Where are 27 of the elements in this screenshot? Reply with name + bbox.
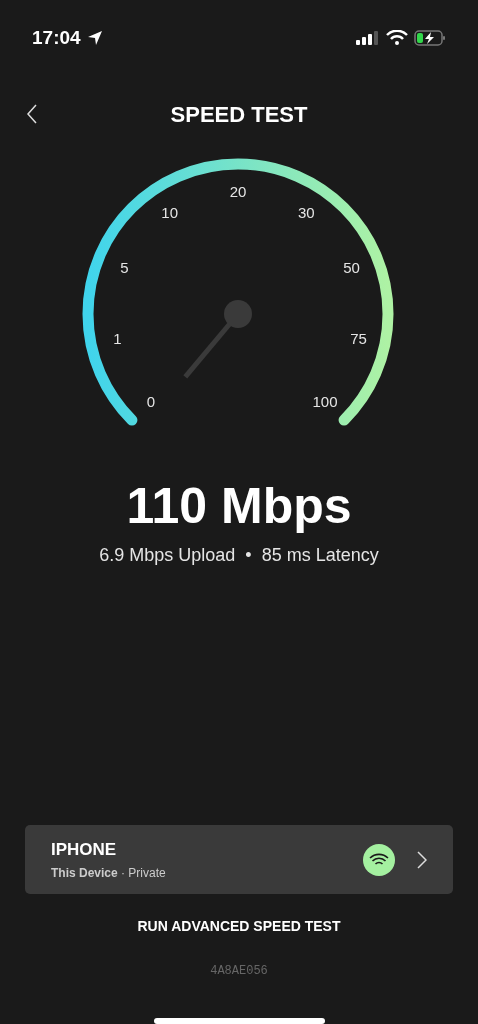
upload-speed: 6.9 Mbps Upload [99,544,236,567]
gauge-tick-label: 30 [298,203,315,221]
device-code: 4A8AE056 [210,963,268,980]
signal-icon [356,31,380,45]
wifi-icon [363,843,395,876]
device-subtitle: This Device · Private [51,865,167,883]
latency: 85 ms Latency [261,544,379,567]
gauge-tick-label: 100 [312,392,338,410]
chevron-right-icon [417,850,427,869]
advanced-test-button[interactable]: RUN ADVANCED SPEED TEST [137,916,341,937]
gauge-tick-label: 50 [343,258,360,276]
gauge-tick-label: 10 [161,203,178,221]
gauge-tick-label: 5 [120,258,129,276]
separator-dot: • [245,544,252,567]
gauge-tick-label: 0 [146,392,156,410]
gauge-tick-label: 75 [350,330,367,347]
status-time: 17:04 [32,25,81,50]
device-name: IPHONE [51,838,118,861]
download-speed: 110 Mbps [126,477,352,536]
gauge-tick-label: 20 [229,183,247,200]
screen-title: SPEED TEST [170,100,308,129]
gauge-tick-label: 1 [113,330,122,347]
back-icon[interactable] [26,104,38,124]
location-arrow-icon [86,30,103,46]
battery-charging-icon [414,30,446,46]
device-card[interactable]: IPHONE This Device · Private [25,825,453,894]
wifi-icon [386,30,408,46]
